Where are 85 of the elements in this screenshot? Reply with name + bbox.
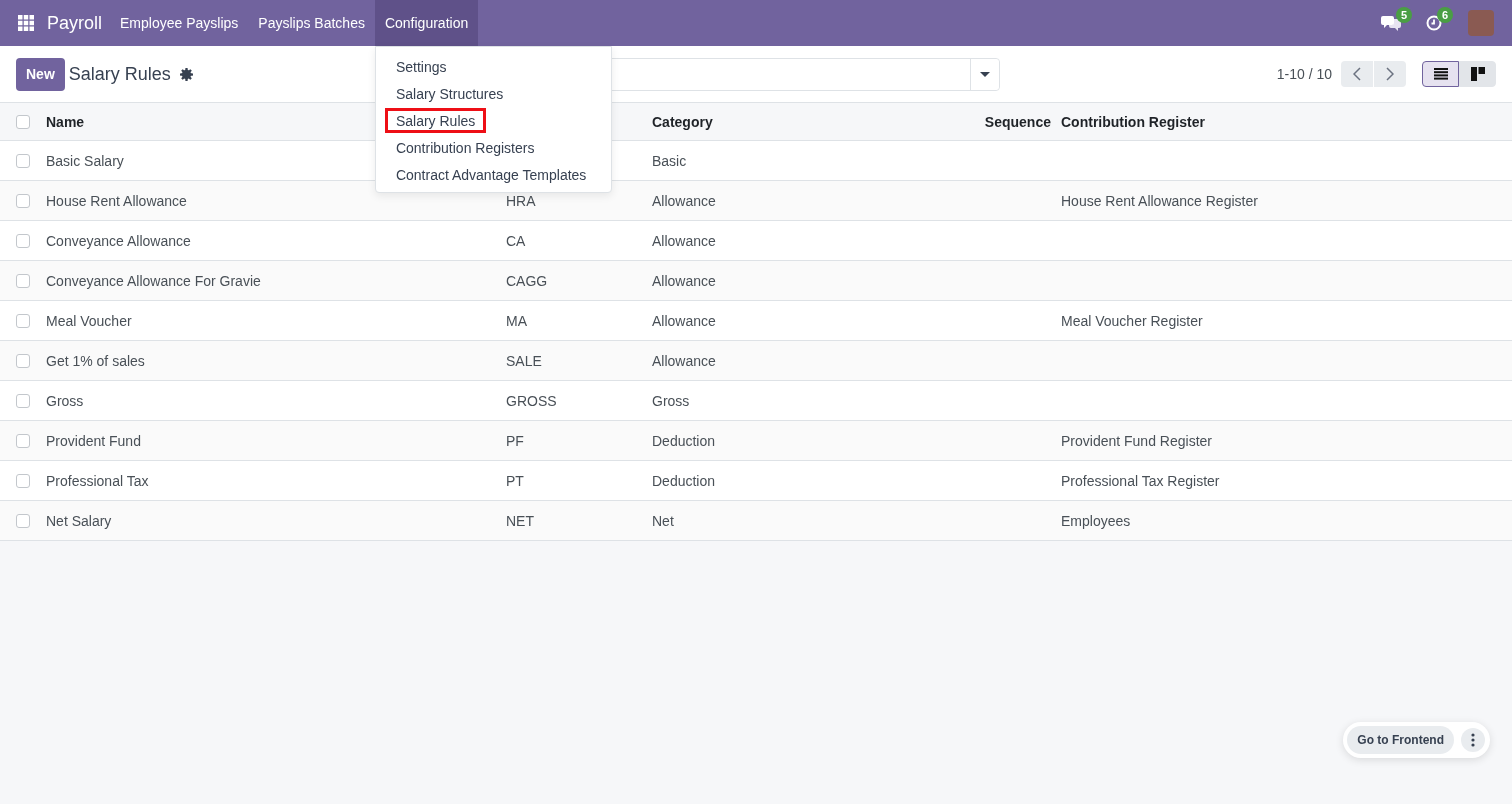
go-to-frontend-button[interactable]: Go to Frontend	[1347, 726, 1454, 754]
message-count-badge: 5	[1396, 7, 1412, 23]
table-cell: Professional Tax	[46, 472, 149, 489]
column-header[interactable]: Contribution Register	[1061, 113, 1205, 130]
table-cell: CAGG	[506, 272, 548, 289]
chevron-left-icon	[1353, 67, 1361, 81]
row-checkbox[interactable]	[16, 513, 30, 528]
vertical-dots-icon	[1471, 733, 1475, 747]
table-cell: Meal Voucher	[46, 312, 132, 329]
table-cell: Gross	[652, 392, 690, 409]
column-header[interactable]: Sequence	[984, 113, 1051, 130]
row-checkbox[interactable]	[16, 153, 30, 168]
table-cell: Basic Salary	[46, 152, 124, 169]
table-cell: Conveyance Allowance	[46, 232, 191, 249]
table-cell: Meal Voucher Register	[1061, 312, 1203, 329]
next-page-button[interactable]	[1374, 61, 1406, 87]
clock-icon[interactable]	[1426, 15, 1442, 31]
table-cell: House Rent Allowance Register	[1061, 192, 1258, 209]
table-cell: HRA	[506, 192, 536, 209]
activity-count-badge: 6	[1437, 7, 1453, 23]
column-header[interactable]: Category	[652, 113, 713, 130]
table-row[interactable]: Net Salary NET Net Employees	[0, 501, 1512, 541]
table-cell: Allowance	[652, 272, 716, 289]
table-cell: Allowance	[652, 352, 716, 369]
table-row[interactable]: Provident Fund PF Deduction Provident Fund Register	[0, 421, 1512, 461]
nav-menu-item[interactable]: Employee Payslips	[110, 0, 249, 46]
table-cell: Professional Tax Register	[1061, 472, 1220, 489]
menu-item[interactable]: Contract Advantage Templates	[395, 168, 587, 181]
list-lines-icon	[1433, 68, 1448, 80]
table-cell: Net Salary	[46, 512, 112, 529]
column-header[interactable]: Name	[46, 113, 85, 130]
row-checkbox[interactable]	[16, 353, 30, 368]
apps-grid-icon[interactable]	[18, 15, 34, 31]
avatar-placeholder[interactable]	[1468, 10, 1494, 36]
table-cell: Allowance	[652, 192, 716, 209]
row-checkbox[interactable]	[16, 393, 30, 408]
nav-menu-item[interactable]: Payslips Batches	[248, 0, 375, 46]
table-cell: Conveyance Allowance For Gravie	[46, 272, 261, 289]
menu-item[interactable]: Contribution Registers	[395, 141, 535, 154]
table-cell: Deduction	[652, 472, 716, 489]
more-options-button[interactable]	[1461, 728, 1485, 752]
table-cell: PT	[506, 472, 524, 489]
app-name[interactable]: Payroll	[47, 12, 103, 34]
kanban-columns-icon	[1470, 67, 1485, 81]
settings-icon[interactable]	[179, 67, 193, 81]
table-cell: SALE	[506, 352, 542, 369]
caret-down-icon	[980, 71, 990, 77]
new-button[interactable]: New	[16, 57, 65, 91]
table-cell: Allowance	[652, 312, 716, 329]
table-row[interactable]: Conveyance Allowance For Gravie CAGG Allowance	[0, 261, 1512, 301]
table-cell: PF	[506, 432, 524, 449]
menu-item[interactable]: Settings	[395, 60, 447, 73]
page-title: Salary Rules	[68, 63, 171, 85]
row-checkbox[interactable]	[16, 473, 30, 488]
chevron-right-icon	[1386, 67, 1394, 81]
table-cell: House Rent Allowance	[46, 192, 187, 209]
table-cell: Provident Fund Register	[1061, 432, 1212, 449]
table-cell: Gross	[46, 392, 84, 409]
search-options-toggle[interactable]	[970, 58, 999, 90]
table-cell: Provident Fund	[46, 432, 141, 449]
table-cell: Deduction	[652, 432, 716, 449]
pager-value[interactable]: 1-10 / 10	[1276, 66, 1332, 82]
table-row[interactable]: Get 1% of sales SALE Allowance	[0, 341, 1512, 381]
table-cell: Basic	[652, 152, 687, 169]
chat-bubbles-icon[interactable]	[1381, 15, 1401, 31]
row-checkbox[interactable]	[16, 313, 30, 328]
previous-page-button[interactable]	[1341, 61, 1373, 87]
nav-menu-item[interactable]: Configuration	[374, 0, 479, 46]
row-checkbox[interactable]	[16, 193, 30, 208]
table-cell: NET	[506, 512, 534, 529]
row-checkbox[interactable]	[16, 273, 30, 288]
table-cell: Net	[652, 512, 674, 529]
table-cell: Employees	[1061, 512, 1131, 529]
menu-item[interactable]: Salary Structures	[395, 87, 504, 100]
kanban-view-button[interactable]	[1459, 61, 1496, 87]
table-cell: CA	[506, 232, 526, 249]
table-cell: MA	[506, 312, 527, 329]
table-cell: Allowance	[652, 232, 716, 249]
select-all-checkbox[interactable]	[16, 114, 30, 129]
table-cell: Get 1% of sales	[46, 352, 145, 369]
menu-item[interactable]: Salary Rules	[384, 108, 487, 133]
table-cell: GROSS	[506, 392, 557, 409]
row-checkbox[interactable]	[16, 233, 30, 248]
list-view-button[interactable]	[1422, 61, 1459, 87]
row-checkbox[interactable]	[16, 433, 30, 448]
